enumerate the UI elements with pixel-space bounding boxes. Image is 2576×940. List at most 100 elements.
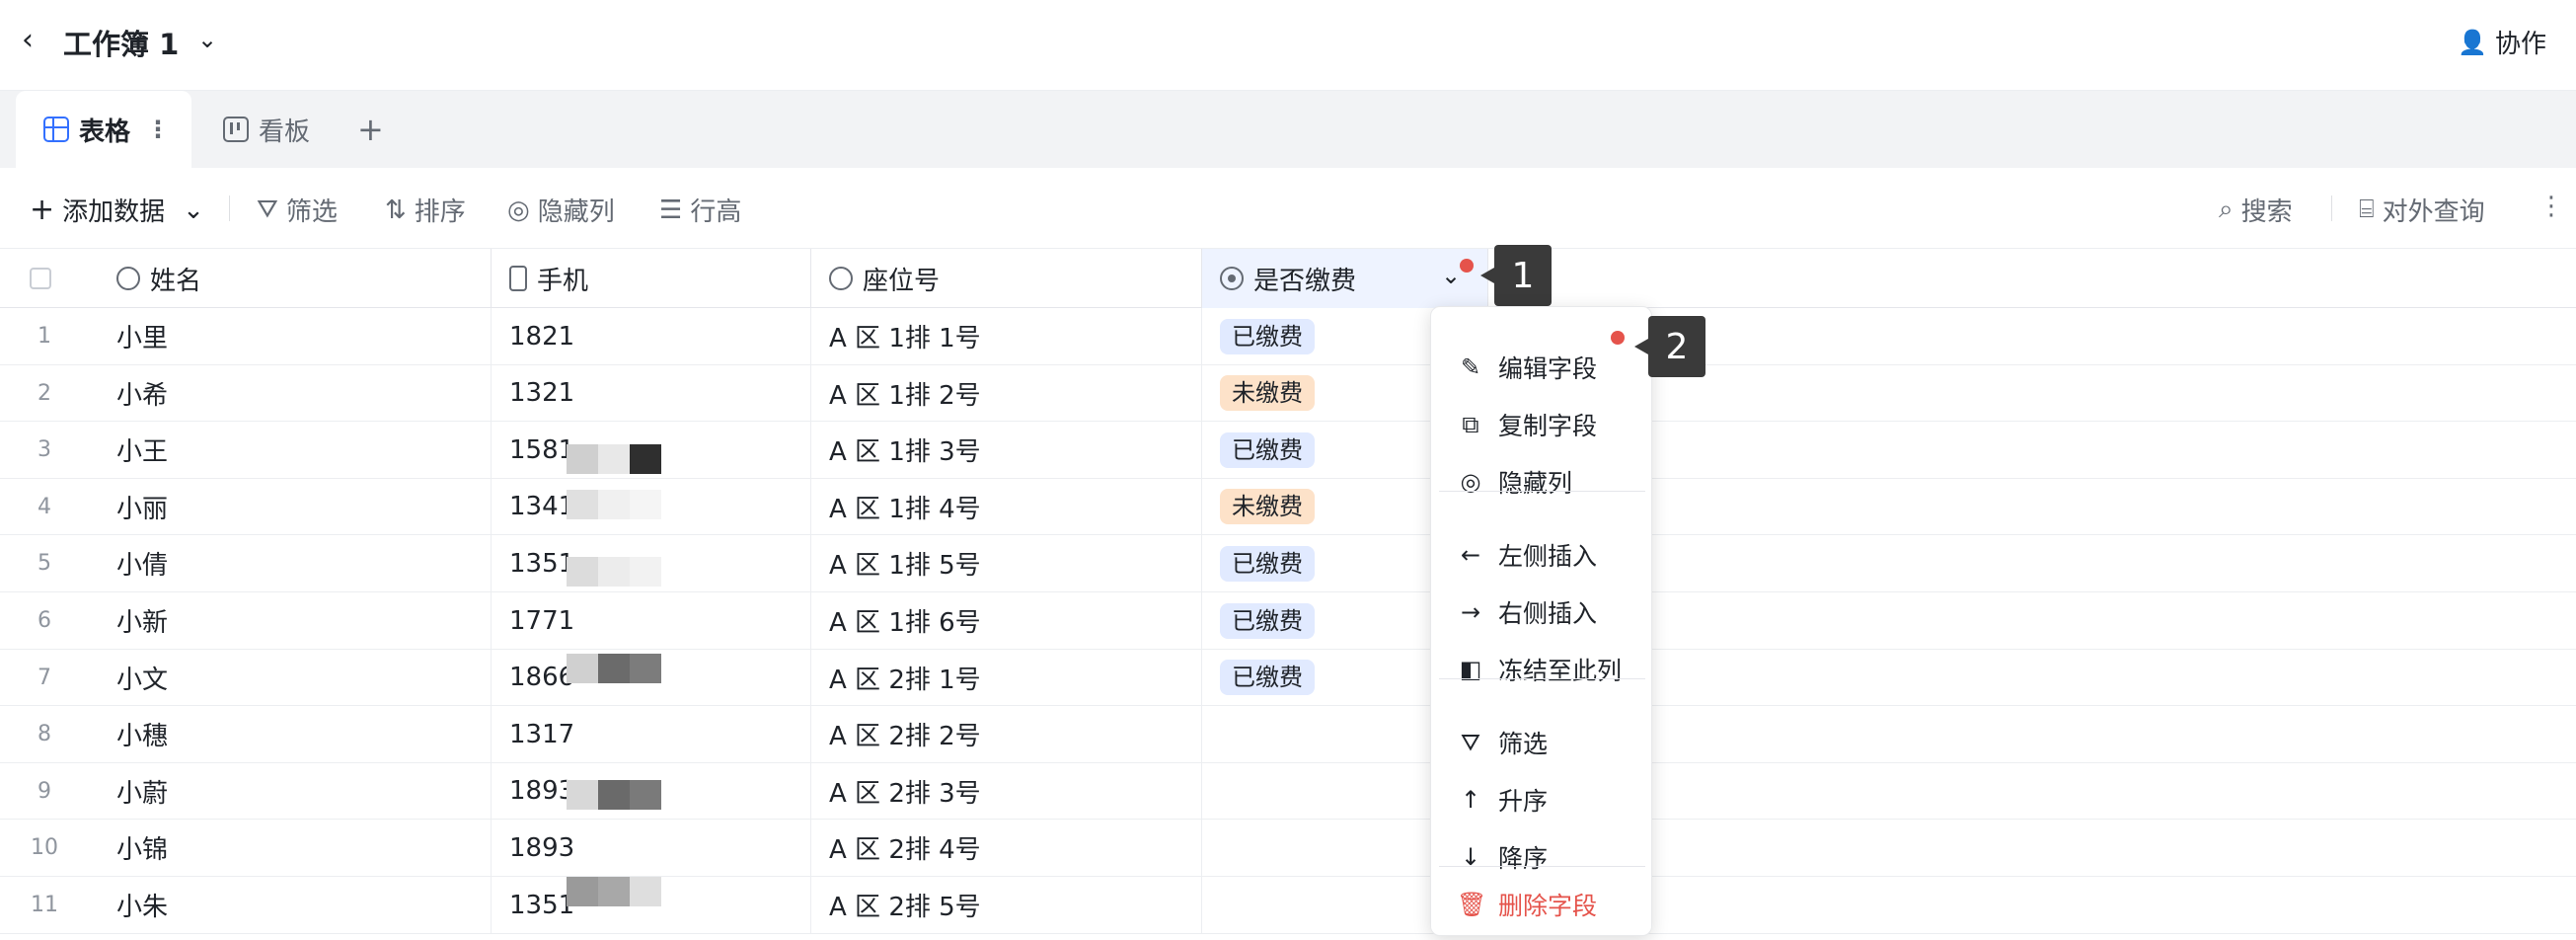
cell-seat[interactable]: A 区 1排 3号 — [811, 422, 1202, 479]
row-number: 1 — [38, 324, 51, 349]
table-row[interactable]: 7 小文 1866 A 区 2排 1号 已缴费 — [0, 649, 2576, 707]
table-row[interactable]: 1 小里 1821 A 区 1排 1号 已缴费 — [0, 308, 2576, 365]
menu-item-edit-field[interactable]: ✎ 编辑字段 — [1431, 341, 1653, 394]
menu-item-copy-field[interactable]: ⧉ 复制字段 — [1431, 398, 1653, 451]
cell-name[interactable]: 小希 — [99, 364, 492, 422]
cell-name[interactable]: 小丽 — [99, 478, 492, 535]
column-label: 手机 — [537, 266, 589, 296]
row-height-button[interactable]: ☰ 行高 — [659, 192, 741, 228]
cell-seat[interactable]: A 区 1排 6号 — [811, 592, 1202, 649]
collab-button[interactable]: 👤 协作 — [2458, 24, 2546, 60]
tab-more-icon[interactable]: ⋮ — [146, 116, 170, 143]
annotation-marker-2: 2 — [1634, 316, 1705, 377]
cell-name[interactable]: 小锦 — [99, 820, 492, 877]
view-tabs-bar: 表格 ⋮ 看板 + — [0, 91, 2576, 168]
cell-seat[interactable]: A 区 1排 4号 — [811, 478, 1202, 535]
cell-seat[interactable]: A 区 2排 2号 — [811, 706, 1202, 763]
row-number: 8 — [38, 722, 51, 747]
menu-item-label: 降序 — [1498, 844, 1549, 873]
column-label: 姓名 — [150, 266, 202, 296]
plus-icon: + — [30, 193, 55, 227]
column-header-seat[interactable]: 座位号 — [811, 249, 1202, 308]
table-row[interactable]: 4 小丽 1341 A 区 1排 4号 未缴费 — [0, 478, 2576, 536]
top-bar: ‹ 工作簿 1 ⌄ 👤 协作 — [0, 0, 2576, 91]
cell-name[interactable]: 小朱 — [99, 877, 492, 933]
table-row[interactable]: 2 小希 1321 A 区 1排 2号 未缴费 — [0, 364, 2576, 423]
hide-columns-label: 隐藏列 — [537, 197, 615, 227]
menu-item-filter[interactable]: ⛛ 筛选 — [1431, 716, 1653, 769]
workbook-title[interactable]: 工作簿 1 — [63, 22, 179, 63]
status-tag: 未缴费 — [1220, 489, 1315, 525]
table-row[interactable]: 8 小穗 1317 A 区 2排 2号 — [0, 706, 2576, 763]
menu-item-insert-right[interactable]: → 右侧插入 — [1431, 586, 1653, 639]
add-tab-icon[interactable]: + — [357, 111, 384, 148]
menu-item-delete-field[interactable]: 🗑 删除字段 — [1431, 878, 1653, 931]
sort-label: 排序 — [414, 197, 466, 227]
menu-divider — [1439, 491, 1645, 492]
column-menu-chevron-icon[interactable]: ⌄ — [1441, 262, 1461, 289]
divider — [229, 196, 230, 221]
menu-item-label: 隐藏列 — [1498, 469, 1573, 498]
menu-item-label: 左侧插入 — [1498, 542, 1598, 571]
menu-item-hide-column[interactable]: ◎ 隐藏列 — [1431, 455, 1653, 509]
cell-name[interactable]: 小里 — [99, 308, 492, 364]
annotation-dot — [1611, 331, 1625, 345]
row-number: 5 — [38, 551, 51, 577]
phone-icon — [509, 266, 527, 291]
cell-seat[interactable]: A 区 2排 4号 — [811, 820, 1202, 877]
pencil-icon: ✎ — [1460, 353, 1481, 381]
menu-item-label: 编辑字段 — [1498, 354, 1598, 383]
menu-divider — [1439, 866, 1645, 867]
menu-item-insert-left[interactable]: ← 左侧插入 — [1431, 528, 1653, 582]
kanban-icon — [223, 117, 249, 142]
text-field-icon — [116, 267, 140, 290]
table-row[interactable]: 10 小锦 1893 A 区 2排 4号 — [0, 820, 2576, 877]
column-label: 座位号 — [863, 266, 941, 296]
external-query-button[interactable]: ⌸ 对外查询 — [2359, 192, 2485, 228]
table-row[interactable]: 9 小蔚 1893 A 区 2排 3号 — [0, 762, 2576, 821]
cell-name[interactable]: 小王 — [99, 422, 492, 479]
chevron-down-icon[interactable]: ⌄ — [183, 196, 204, 225]
tab-kanban[interactable]: 看板 — [219, 91, 310, 168]
menu-item-ascending[interactable]: ↑ 升序 — [1431, 773, 1653, 826]
table-row[interactable]: 3 小王 1581 A 区 1排 3号 已缴费 — [0, 422, 2576, 479]
external-query-label: 对外查询 — [2382, 197, 2485, 227]
table-row[interactable]: 5 小倩 1351 A 区 1排 5号 已缴费 — [0, 535, 2576, 592]
menu-item-label: 复制字段 — [1498, 412, 1598, 440]
hide-columns-button[interactable]: ◎ 隐藏列 — [507, 192, 615, 228]
collab-label: 协作 — [2494, 30, 2546, 59]
cell-name[interactable]: 小倩 — [99, 535, 492, 592]
sort-button[interactable]: ⇅ 排序 — [385, 192, 466, 228]
cell-seat[interactable]: A 区 1排 2号 — [811, 364, 1202, 422]
table-row[interactable]: 6 小新 1771 A 区 1排 6号 已缴费 — [0, 592, 2576, 650]
copy-icon: ⧉ — [1462, 411, 1479, 438]
more-icon[interactable]: ⋮ — [2538, 192, 2564, 221]
cell-name[interactable]: 小穗 — [99, 706, 492, 763]
cell-name[interactable]: 小新 — [99, 592, 492, 649]
cell-seat[interactable]: A 区 2排 1号 — [811, 649, 1202, 706]
chevron-left-icon[interactable]: ‹ — [22, 26, 51, 55]
menu-item-freeze[interactable]: ◧ 冻结至此列 — [1431, 643, 1653, 696]
add-data-label: 添加数据 — [62, 197, 166, 227]
menu-item-label: 右侧插入 — [1498, 599, 1598, 628]
chevron-down-icon[interactable]: ⌄ — [197, 26, 217, 53]
tab-table[interactable]: 表格 ⋮ — [16, 91, 191, 168]
cell-name[interactable]: 小文 — [99, 649, 492, 706]
status-tag: 已缴费 — [1220, 431, 1315, 468]
cell-seat[interactable]: A 区 1排 1号 — [811, 308, 1202, 364]
cell-seat[interactable]: A 区 1排 5号 — [811, 535, 1202, 592]
cell-seat[interactable]: A 区 2排 3号 — [811, 762, 1202, 820]
select-all-checkbox[interactable] — [30, 268, 51, 289]
arrow-right-icon: → — [1460, 598, 1481, 626]
add-data-button[interactable]: + 添加数据 ⌄ — [30, 192, 204, 228]
table-header: 姓名 手机 座位号 是否缴费 — [0, 249, 2576, 308]
cell-name[interactable]: 小蔚 — [99, 762, 492, 820]
table-row[interactable]: 11 小朱 1351 A 区 2排 5号 — [0, 877, 2576, 934]
column-header-name[interactable]: 姓名 — [99, 249, 492, 308]
search-button[interactable]: ⌕ 搜索 — [2219, 192, 2293, 228]
status-tag: 已缴费 — [1220, 660, 1315, 696]
filter-button[interactable]: ⛛ 筛选 — [257, 192, 338, 228]
divider — [2331, 196, 2332, 221]
cell-seat[interactable]: A 区 2排 5号 — [811, 877, 1202, 933]
menu-item-descending[interactable]: ↓ 降序 — [1431, 830, 1653, 884]
